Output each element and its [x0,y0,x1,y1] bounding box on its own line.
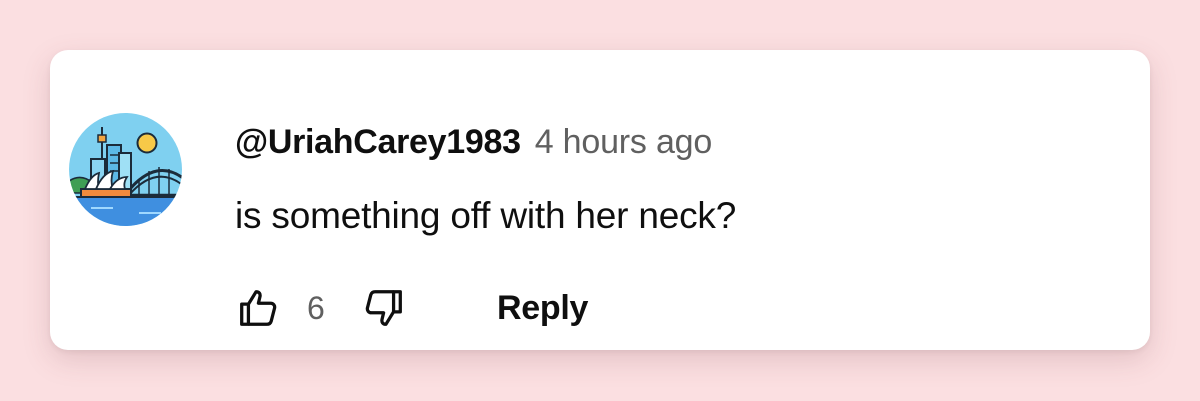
like-count: 6 [307,289,325,326]
comment-card: @UriahCarey1983 4 hours ago is something… [50,50,1150,350]
reply-button[interactable]: Reply [497,289,588,328]
comment-text: is something off with her neck? [235,195,737,236]
avatar[interactable] [69,113,182,226]
like-button[interactable] [233,283,283,333]
author-name[interactable]: @UriahCarey1983 [235,123,521,162]
city-harbor-avatar-icon [69,113,182,226]
dislike-button[interactable] [359,283,409,333]
comment-header: @UriahCarey1983 4 hours ago [235,123,712,162]
comment-actions: 6 Reply [233,283,588,333]
thumbs-down-icon [365,290,402,326]
timestamp[interactable]: 4 hours ago [535,123,713,162]
thumbs-up-icon [240,290,277,326]
